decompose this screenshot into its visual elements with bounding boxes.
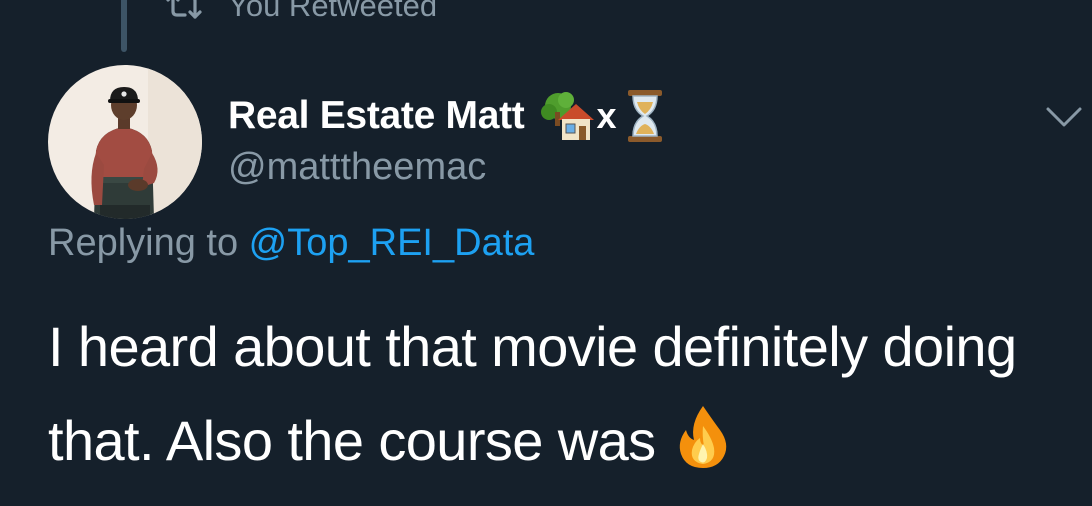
retweet-label: You Retweeted <box>228 0 438 23</box>
fire-icon <box>679 406 726 468</box>
tweet-view: You Retweeted Real Estate Matt x @mattth… <box>0 0 1092 506</box>
author-name-row[interactable]: Real Estate Matt x <box>228 88 665 144</box>
tweet-body: I heard about that movie definitely doin… <box>48 300 1078 488</box>
avatar-image <box>48 65 202 219</box>
chevron-down-icon[interactable] <box>1044 104 1084 130</box>
author-name-suffix: x <box>596 95 617 136</box>
house-with-garden-icon <box>541 92 595 140</box>
tweet-header: Real Estate Matt x @matttheemac <box>228 88 665 189</box>
reply-mention-link[interactable]: @Top_REI_Data <box>249 222 535 264</box>
tweet-text: I heard about that movie definitely doin… <box>48 315 1017 472</box>
avatar[interactable] <box>48 65 202 219</box>
replying-to-line: Replying to @Top_REI_Data <box>48 222 534 265</box>
author-display-name[interactable]: Real Estate Matt <box>228 94 525 138</box>
author-handle[interactable]: @matttheemac <box>228 146 665 189</box>
retweet-context: You Retweeted <box>164 0 437 26</box>
replying-to-label: Replying to <box>48 222 249 264</box>
retweet-icon <box>166 0 202 19</box>
hourglass-icon <box>627 90 662 142</box>
thread-connector-line <box>121 0 127 52</box>
